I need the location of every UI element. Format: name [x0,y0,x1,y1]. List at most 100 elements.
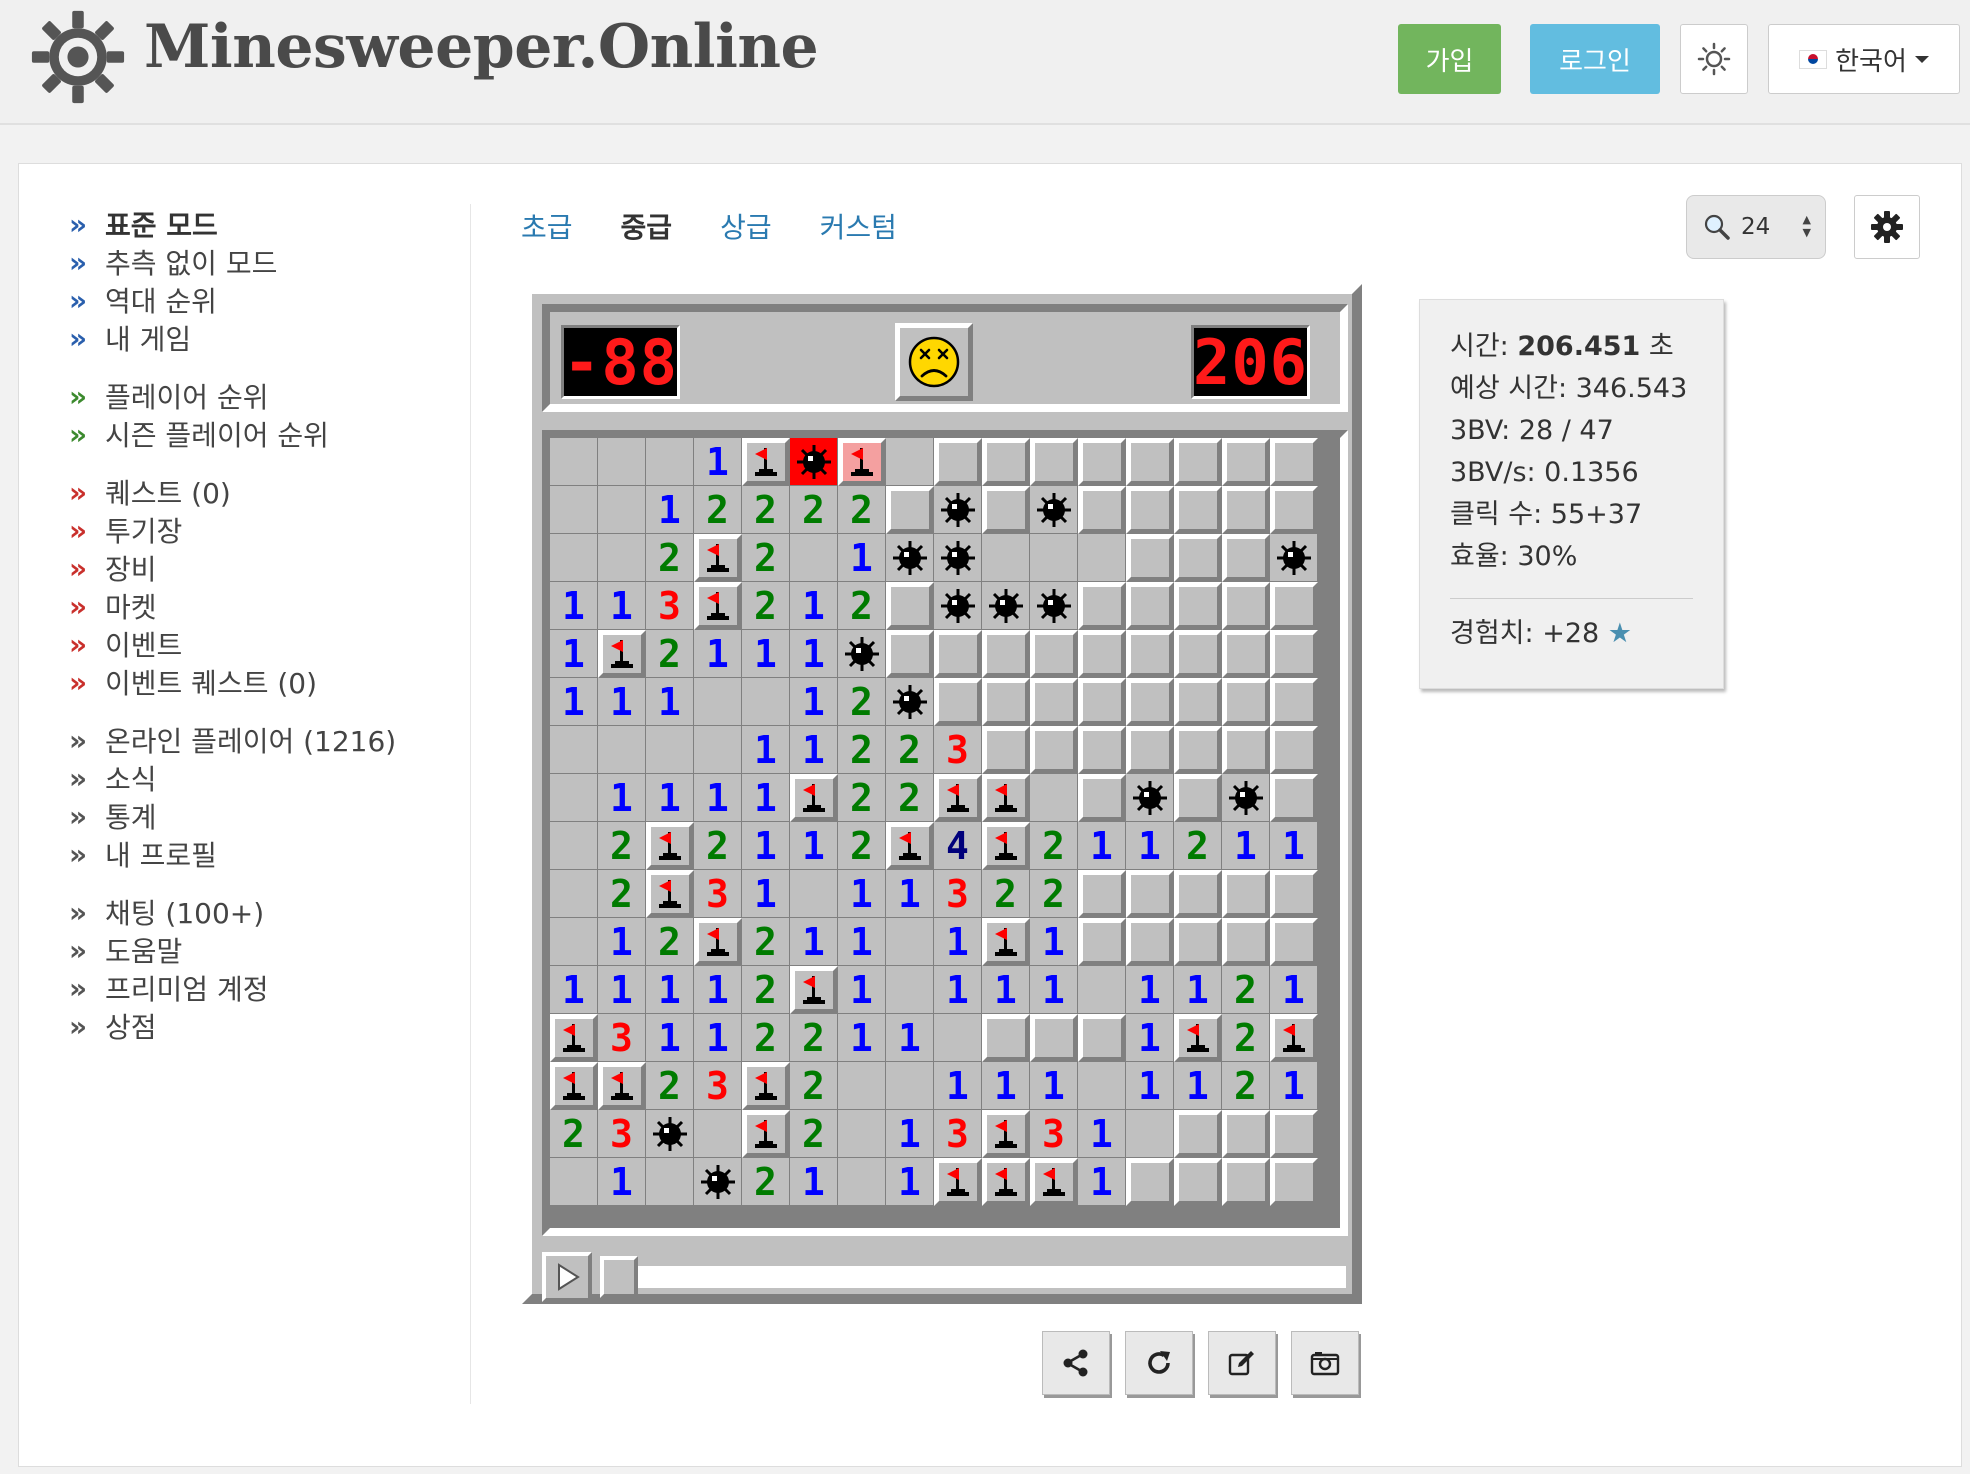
cell-closed[interactable] [1126,630,1174,678]
cell-closed[interactable] [934,630,982,678]
cell-closed[interactable] [1174,726,1222,774]
cell-number[interactable]: 2 [1222,1014,1270,1062]
cell-number[interactable]: 1 [598,1158,646,1206]
cell-empty[interactable] [1078,534,1126,582]
cell-number[interactable]: 1 [934,966,982,1014]
cell-empty[interactable] [694,1110,742,1158]
cell-empty[interactable] [598,438,646,486]
sidebar-item[interactable]: » 플레이어 순위 [69,376,268,416]
cell-number[interactable]: 1 [550,678,598,726]
cell-flagged[interactable] [982,774,1030,822]
cell-closed[interactable] [1174,678,1222,726]
cell-number[interactable]: 1 [838,534,886,582]
cell-number[interactable]: 1 [886,870,934,918]
cell-number[interactable]: 2 [838,486,886,534]
cell-flagged[interactable] [550,1062,598,1110]
cell-number[interactable]: 1 [1174,966,1222,1014]
cell-number[interactable]: 1 [598,582,646,630]
sidebar-item[interactable]: » 퀘스트 (0) [69,472,231,512]
cell-number[interactable]: 2 [742,1014,790,1062]
cell-closed[interactable] [982,1014,1030,1062]
sidebar-item[interactable]: » 도움말 [69,930,182,970]
cell-empty[interactable] [550,774,598,822]
sidebar-item[interactable]: » 역대 순위 [69,280,217,320]
cell-flagged[interactable] [1270,1014,1318,1062]
cell-number[interactable]: 1 [1126,1062,1174,1110]
cell-number[interactable]: 2 [838,822,886,870]
cell-flagged[interactable] [694,534,742,582]
cell-number[interactable]: 1 [694,438,742,486]
cell-empty[interactable] [886,918,934,966]
cell-flagged[interactable] [550,1014,598,1062]
cell-closed[interactable] [982,678,1030,726]
cell-empty[interactable] [694,726,742,774]
cell-number[interactable]: 2 [886,774,934,822]
face-button[interactable] [895,323,973,401]
cell-number[interactable]: 1 [694,774,742,822]
tab-difficulty[interactable]: 상급 [720,206,772,246]
cell-closed[interactable] [1030,678,1078,726]
cell-number[interactable]: 3 [934,726,982,774]
cell-number[interactable]: 2 [742,918,790,966]
settings-button[interactable] [1854,195,1920,259]
cell-number[interactable]: 2 [694,822,742,870]
cell-flagged[interactable] [646,870,694,918]
cell-flagged[interactable] [982,918,1030,966]
restart-button[interactable] [1125,1331,1193,1395]
cell-flagged[interactable] [694,582,742,630]
edit-button[interactable] [1208,1331,1276,1395]
cell-empty[interactable] [934,1014,982,1062]
cell-number[interactable]: 3 [694,870,742,918]
cell-number[interactable]: 1 [982,966,1030,1014]
cell-closed[interactable] [1270,726,1318,774]
cell-closed[interactable] [1270,774,1318,822]
cell-number[interactable]: 1 [646,966,694,1014]
cell-closed[interactable] [1126,486,1174,534]
cell-closed[interactable] [1078,486,1126,534]
cell-closed[interactable] [1222,918,1270,966]
cell-number[interactable]: 1 [1078,1158,1126,1206]
cell-closed[interactable] [1078,918,1126,966]
cell-closed[interactable] [934,678,982,726]
cell-flagged[interactable] [742,438,790,486]
cell-closed[interactable] [1078,1014,1126,1062]
language-select[interactable]: 한국어 [1768,24,1960,94]
cell-number[interactable]: 3 [694,1062,742,1110]
cell-number[interactable]: 3 [598,1014,646,1062]
cell-mine[interactable] [1270,534,1318,582]
cell-empty[interactable] [646,726,694,774]
cell-number[interactable]: 1 [1174,1062,1222,1110]
cell-mine[interactable] [1126,774,1174,822]
cell-mine[interactable] [982,582,1030,630]
cell-number[interactable]: 2 [838,774,886,822]
cell-number[interactable]: 1 [838,1014,886,1062]
cell-closed[interactable] [1126,438,1174,486]
cell-empty[interactable] [1078,1062,1126,1110]
cell-closed[interactable] [1222,1110,1270,1158]
cell-mine[interactable] [838,630,886,678]
cell-empty[interactable] [550,870,598,918]
cell-flagged[interactable] [934,774,982,822]
cell-closed[interactable] [982,630,1030,678]
cell-number[interactable]: 2 [790,1110,838,1158]
sidebar-item[interactable]: » 상점 [69,1006,157,1046]
cell-empty[interactable] [694,678,742,726]
cell-closed[interactable] [1270,1158,1318,1206]
cell-closed[interactable] [1222,534,1270,582]
cell-flagged[interactable] [598,630,646,678]
cell-number[interactable]: 2 [838,678,886,726]
cell-number[interactable]: 1 [742,870,790,918]
cell-number[interactable]: 1 [550,966,598,1014]
cell-number[interactable]: 3 [646,582,694,630]
sidebar-item[interactable]: » 추측 없이 모드 [69,242,277,282]
cell-flagged[interactable] [1174,1014,1222,1062]
cell-number[interactable]: 2 [742,1158,790,1206]
cell-number[interactable]: 1 [694,966,742,1014]
cell-flagged[interactable] [934,1158,982,1206]
sidebar-item[interactable]: » 프리미엄 계정 [69,968,268,1008]
cell-closed[interactable] [1078,726,1126,774]
cell-mine[interactable] [646,1110,694,1158]
cell-number[interactable]: 2 [886,726,934,774]
cell-mine[interactable] [934,534,982,582]
cell-closed[interactable] [1078,438,1126,486]
